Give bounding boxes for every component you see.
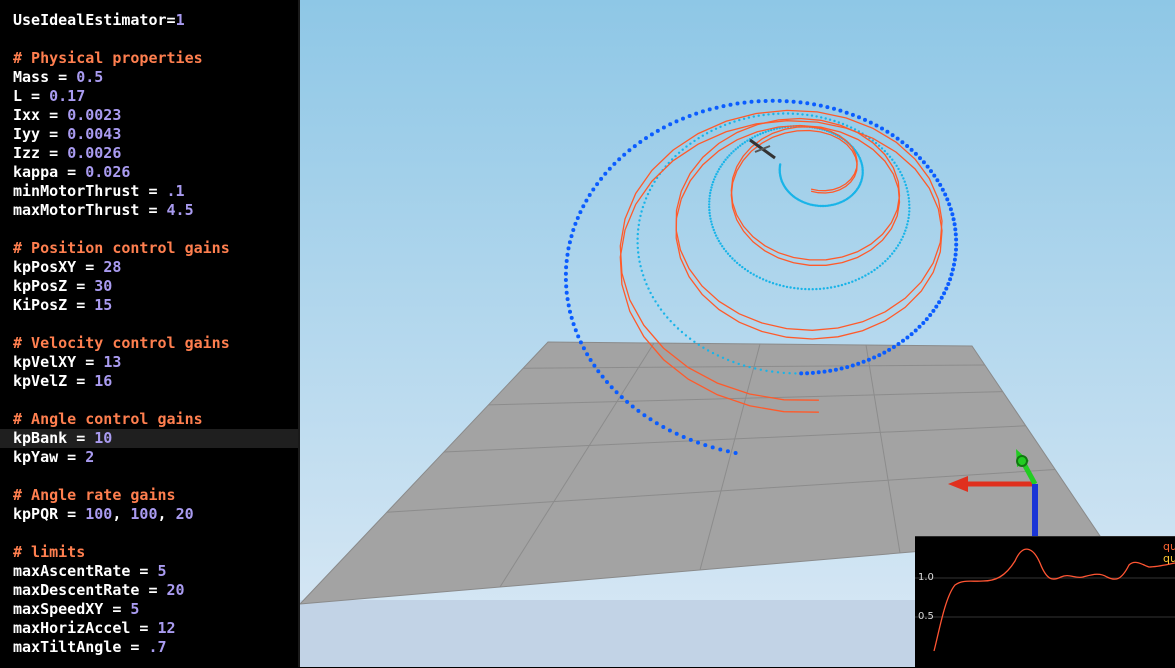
config-comment: # limits xyxy=(13,543,86,561)
config-line: kpVelXY = 13 xyxy=(13,353,121,372)
config-value: 15 xyxy=(94,296,113,314)
config-line: kpVelZ = 16 xyxy=(13,372,112,391)
config-line: kappa = 0.026 xyxy=(13,163,130,182)
config-comment: # Velocity control gains xyxy=(13,334,230,352)
config-line: maxMotorThrust = 4.5 xyxy=(13,201,194,220)
config-value: 12 xyxy=(157,619,176,637)
config-value: 28 xyxy=(103,258,122,276)
config-editor[interactable]: UseIdealEstimator=1 # Physical properties… xyxy=(0,0,300,667)
config-key: maxAscentRate = xyxy=(13,562,158,580)
telemetry-plot: 1.0 0.5 qu qu xyxy=(915,536,1175,668)
config-value: 30 xyxy=(94,277,113,295)
config-line: Izz = 0.0026 xyxy=(13,144,121,163)
plot-tick-label: 1.0 xyxy=(918,572,934,583)
config-key: KiPosZ = xyxy=(13,296,95,314)
config-separator: , xyxy=(112,505,131,523)
config-comment: # Physical properties xyxy=(13,49,203,67)
config-value: 0.026 xyxy=(85,163,131,181)
config-line: UseIdealEstimator=1 xyxy=(13,11,185,30)
config-comment: # Angle rate gains xyxy=(13,486,176,504)
config-value: 1 xyxy=(175,11,185,29)
config-key: Iyy = xyxy=(13,125,68,143)
config-line: maxAscentRate = 5 xyxy=(13,562,167,581)
config-key: UseIdealEstimator= xyxy=(13,11,176,29)
config-key: maxMotorThrust = xyxy=(13,201,167,219)
plot-series-line xyxy=(933,548,1175,652)
config-line: maxSpeedXY = 5 xyxy=(13,600,139,619)
config-key: kappa = xyxy=(13,163,86,181)
config-key: kpVelZ = xyxy=(13,372,95,390)
config-key: kpPosZ = xyxy=(13,277,95,295)
config-separator: , xyxy=(157,505,176,523)
config-key: Mass = xyxy=(13,68,77,86)
config-value: 0.0043 xyxy=(67,125,122,143)
config-line: kpPosZ = 30 xyxy=(13,277,112,296)
config-line: kpYaw = 2 xyxy=(13,448,94,467)
config-key: kpYaw = xyxy=(13,448,86,466)
config-line: KiPosZ = 15 xyxy=(13,296,112,315)
config-value: 4.5 xyxy=(166,201,194,219)
config-line: L = 0.17 xyxy=(13,87,85,106)
config-value: 2 xyxy=(85,448,95,466)
config-line: Mass = 0.5 xyxy=(13,68,103,87)
config-value: 0.0023 xyxy=(67,106,122,124)
config-key: Izz = xyxy=(13,144,68,162)
config-line: Ixx = 0.0023 xyxy=(13,106,121,125)
config-value: 5 xyxy=(130,600,140,618)
config-key: maxDescentRate = xyxy=(13,581,167,599)
config-key: L = xyxy=(13,87,50,105)
config-key: kpBank = xyxy=(13,429,95,447)
config-value: 10 xyxy=(94,429,113,447)
config-line: Iyy = 0.0043 xyxy=(13,125,121,144)
config-key: Ixx = xyxy=(13,106,68,124)
config-line: minMotorThrust = .1 xyxy=(13,182,185,201)
config-key: maxTiltAngle = xyxy=(13,638,149,656)
config-line: kpPosXY = 28 xyxy=(13,258,121,277)
config-line: kpPQR = 100, 100, 20 xyxy=(13,505,194,524)
config-key: kpPosXY = xyxy=(13,258,104,276)
config-key: kpPQR = xyxy=(13,505,86,523)
config-key: minMotorThrust = xyxy=(13,182,167,200)
config-value: .7 xyxy=(148,638,167,656)
plot-tick-label: 0.5 xyxy=(918,611,934,622)
config-line: kpBank = 10 xyxy=(13,429,112,448)
config-comment: # Position control gains xyxy=(13,239,230,257)
config-comment: # Angle control gains xyxy=(13,410,203,428)
plot-legend-entry: qu xyxy=(1163,552,1175,565)
config-value: .1 xyxy=(166,182,185,200)
config-value: 0.5 xyxy=(76,68,104,86)
config-value: 16 xyxy=(94,372,113,390)
config-value: 100 xyxy=(130,505,158,523)
config-key: maxHorizAccel = xyxy=(13,619,158,637)
config-value: 13 xyxy=(103,353,122,371)
config-value: 0.0026 xyxy=(67,144,122,162)
config-key: kpVelXY = xyxy=(13,353,104,371)
config-value: 20 xyxy=(166,581,185,599)
plot-svg xyxy=(915,548,1175,652)
config-line: maxDescentRate = 20 xyxy=(13,581,185,600)
config-line: maxHorizAccel = 12 xyxy=(13,619,176,638)
config-line: maxTiltAngle = .7 xyxy=(13,638,167,657)
config-value: 100 xyxy=(85,505,113,523)
config-key: maxSpeedXY = xyxy=(13,600,131,618)
config-value: 5 xyxy=(157,562,167,580)
config-value: 20 xyxy=(175,505,194,523)
config-value: 0.17 xyxy=(49,87,86,105)
